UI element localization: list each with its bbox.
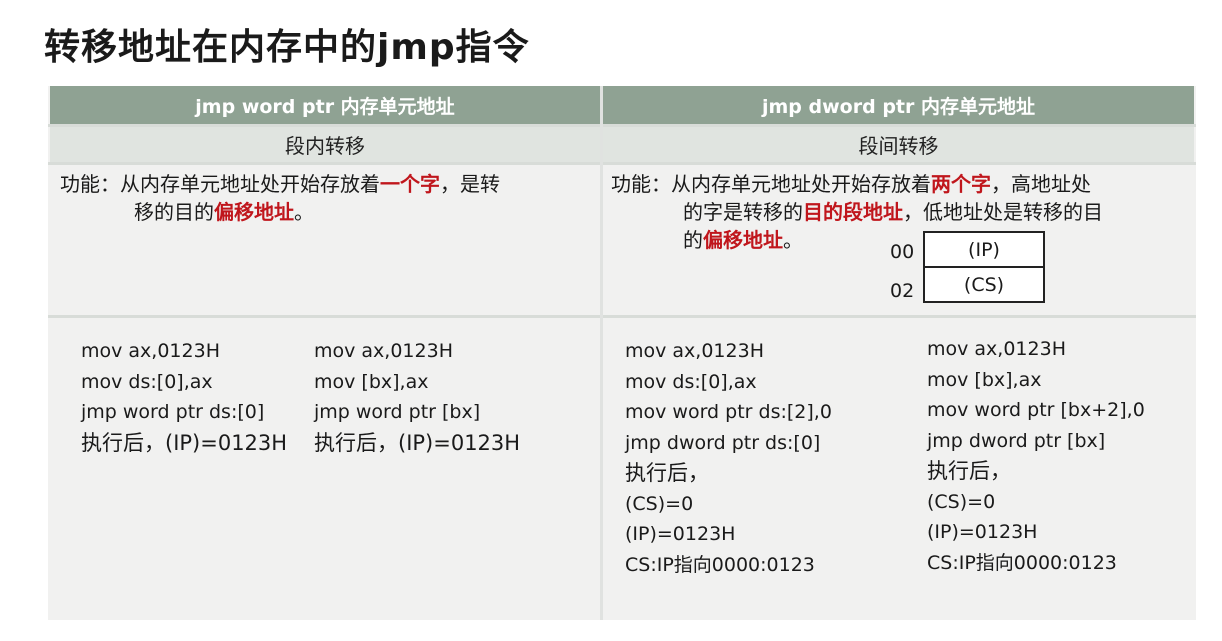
memory-address-02: 02 xyxy=(890,280,915,302)
divider xyxy=(48,315,1196,318)
divider xyxy=(48,162,1196,165)
divider xyxy=(48,124,1196,127)
header-dword-ptr: jmp dword ptr 内存单元地址 xyxy=(603,86,1194,124)
description-word-ptr: 功能：从内存单元地址处开始存放着一个字，是转 移的目的偏移地址。 xyxy=(50,170,600,312)
result-text: 执行后， xyxy=(625,461,709,485)
description-dword-ptr: 功能：从内存单元地址处开始存放着两个字，高地址处 的字是转移的目的段地址，低地址… xyxy=(603,170,1194,312)
result-text: 执行后， xyxy=(927,459,1011,483)
highlight-offset-address: 偏移地址 xyxy=(214,200,294,224)
column-divider xyxy=(600,86,603,620)
subheader-intra-segment: 段内转移 xyxy=(50,126,600,162)
result-text: 执行后，(IP)=0123H xyxy=(314,430,521,455)
highlight-one-word: 一个字 xyxy=(380,172,440,196)
comparison-table: jmp word ptr 内存单元地址 jmp dword ptr 内存单元地址… xyxy=(48,86,1196,620)
code-example-dword-1: mov ax,0123H mov ds:[0],ax mov word ptr … xyxy=(625,340,832,576)
highlight-two-words: 两个字 xyxy=(931,172,991,196)
memory-address-00: 00 xyxy=(890,241,915,263)
subheader-inter-segment: 段间转移 xyxy=(603,126,1194,162)
code-example-dword-2: mov ax,0123H mov [bx],ax mov word ptr [b… xyxy=(927,338,1145,574)
highlight-offset-address: 偏移地址 xyxy=(703,228,783,252)
highlight-segment-address: 目的段地址 xyxy=(803,200,903,224)
memory-cell-ip: (IP) xyxy=(923,231,1045,268)
slide-title: 转移地址在内存中的jmp指令 xyxy=(44,27,530,68)
code-example-word-1: mov ax,0123H mov ds:[0],ax jmp word ptr … xyxy=(81,336,287,458)
result-text: 执行后，(IP)=0123H xyxy=(81,430,288,455)
code-example-word-2: mov ax,0123H mov [bx],ax jmp word ptr [b… xyxy=(314,336,520,458)
memory-cell-cs: (CS) xyxy=(923,266,1045,303)
header-word-ptr: jmp word ptr 内存单元地址 xyxy=(50,86,600,124)
